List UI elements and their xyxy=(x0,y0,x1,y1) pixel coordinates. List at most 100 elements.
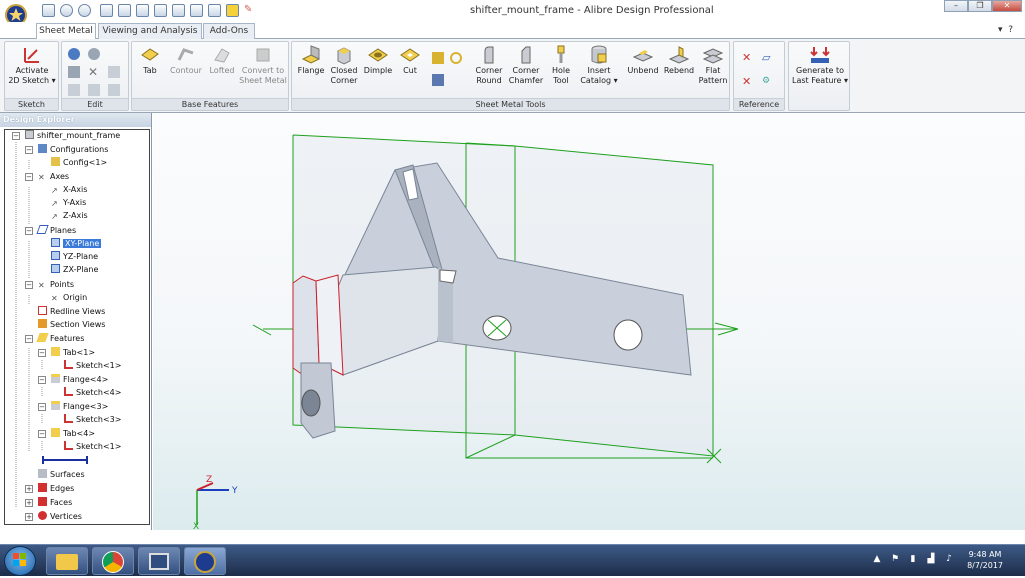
box-select-icon[interactable] xyxy=(100,4,113,17)
restore-button[interactable]: ❐ xyxy=(968,0,992,12)
undo-icon[interactable] xyxy=(60,4,73,17)
tree-node-zx-plane[interactable]: ZX-Plane xyxy=(51,264,98,276)
print-icon[interactable] xyxy=(208,4,221,17)
collapse-toggle[interactable]: − xyxy=(25,146,33,154)
edit-icon-4[interactable] xyxy=(108,66,120,78)
tree-node-redline-views[interactable]: Redline Views xyxy=(38,306,105,318)
tray-battery-icon[interactable]: ▮ xyxy=(908,554,918,564)
tab-button[interactable]: Tab xyxy=(136,44,164,76)
edit-icon-3[interactable] xyxy=(68,66,80,78)
convert-to-sheet-metal-button[interactable]: Convert to Sheet Metal xyxy=(238,44,288,86)
tab-sheet-metal[interactable]: Sheet Metal xyxy=(36,23,96,40)
collapse-toggle[interactable]: − xyxy=(25,227,33,235)
reference-csys-icon[interactable]: ⚙ xyxy=(762,76,774,88)
edit-icon-2[interactable] xyxy=(88,48,100,60)
save-icon[interactable] xyxy=(42,4,55,17)
tab-viewing-analysis[interactable]: Viewing and Analysis xyxy=(98,23,202,39)
reference-axis-icon[interactable]: ✕ xyxy=(742,52,754,64)
mirror-icon[interactable] xyxy=(432,74,444,86)
tree-node-yz-plane[interactable]: YZ-Plane xyxy=(51,251,98,263)
edit-icon-7[interactable] xyxy=(108,84,120,96)
edit-icon-6[interactable] xyxy=(88,84,100,96)
dimple-button[interactable]: Dimple xyxy=(362,44,394,76)
minimize-button[interactable]: – xyxy=(944,0,968,12)
rollback-marker-icon[interactable] xyxy=(41,455,89,465)
tree-node-sketch-3[interactable]: Sketch<3> xyxy=(64,414,121,426)
edit-icon-5[interactable] xyxy=(68,84,80,96)
tree-node-root[interactable]: shifter_mount_frame xyxy=(25,130,120,142)
generate-to-last-feature-button[interactable]: Generate to Last Feature ▾ xyxy=(791,44,849,86)
corner-round-button[interactable]: Corner Round xyxy=(472,44,506,86)
new-icon[interactable] xyxy=(118,4,131,17)
open-icon[interactable] xyxy=(136,4,149,17)
tray-arrow-icon[interactable]: ▲ xyxy=(872,554,882,564)
rebend-button[interactable]: Rebend xyxy=(662,44,696,76)
taskbar-chrome-button[interactable] xyxy=(92,547,134,575)
copy-icon[interactable] xyxy=(154,4,167,17)
tree-node-section-views[interactable]: Section Views xyxy=(38,319,105,331)
folder-icon[interactable] xyxy=(226,4,239,17)
tree-node-flange-3[interactable]: Flange<3> xyxy=(51,401,108,413)
closed-corner-button[interactable]: Closed Corner xyxy=(328,44,360,86)
tree-node-config-1[interactable]: Config<1> xyxy=(51,157,107,169)
circular-pattern-icon[interactable] xyxy=(450,52,462,64)
tree-node-sketch-1[interactable]: Sketch<1> xyxy=(64,360,121,372)
taskbar-app-button[interactable] xyxy=(138,547,180,575)
pattern-icon[interactable] xyxy=(432,52,444,64)
design-tree[interactable]: − shifter_mount_frame − Configurations C… xyxy=(4,129,150,525)
reference-point-icon[interactable]: ✕ xyxy=(742,76,754,88)
flange-button[interactable]: Flange xyxy=(296,44,326,76)
paste-icon[interactable] xyxy=(172,4,185,17)
tree-node-tab-4[interactable]: Tab<4> xyxy=(51,428,95,440)
expand-toggle[interactable]: + xyxy=(25,485,33,493)
expand-toggle[interactable]: + xyxy=(25,513,33,521)
collapse-toggle[interactable]: − xyxy=(25,173,33,181)
tree-node-tab-1[interactable]: Tab<1> xyxy=(51,347,95,359)
tree-node-y-axis[interactable]: ↗ Y-Axis xyxy=(51,197,86,209)
tray-flag-icon[interactable]: ⚑ xyxy=(890,554,900,564)
close-button[interactable]: ✕ xyxy=(992,0,1022,12)
expand-toggle[interactable]: + xyxy=(25,499,33,507)
taskbar-alibre-button[interactable] xyxy=(184,547,226,575)
tree-node-axes[interactable]: ✕ Axes xyxy=(38,171,69,183)
tray-volume-icon[interactable]: ♪ xyxy=(944,554,954,564)
collapse-toggle[interactable]: − xyxy=(38,349,46,357)
3d-viewport[interactable]: Z Y X xyxy=(153,113,1025,530)
collapse-toggle[interactable]: − xyxy=(38,376,46,384)
tree-node-sketch-4[interactable]: Sketch<4> xyxy=(64,387,121,399)
system-clock[interactable]: 9:48 AM 8/7/2017 xyxy=(967,549,1003,571)
collapse-toggle[interactable]: − xyxy=(25,335,33,343)
tree-node-planes[interactable]: Planes xyxy=(36,225,76,237)
collapse-toggle[interactable]: − xyxy=(38,430,46,438)
tree-node-points[interactable]: ✕ Points xyxy=(38,279,74,291)
tree-node-z-axis[interactable]: ↗ Z-Axis xyxy=(51,210,88,222)
tree-node-edges[interactable]: Edges xyxy=(38,483,74,495)
hole-tool-button[interactable]: Hole Tool xyxy=(546,44,576,86)
tree-node-vertices[interactable]: Vertices xyxy=(38,511,82,523)
help-arrow-icon[interactable]: ▾ ? xyxy=(998,25,1013,35)
tree-node-xy-plane[interactable]: XY-Plane xyxy=(51,238,102,250)
cut-button[interactable]: Cut xyxy=(396,44,424,76)
tab-add-ons[interactable]: Add-Ons xyxy=(203,23,255,39)
tray-network-icon[interactable]: ▟ xyxy=(926,554,936,564)
contour-button[interactable]: Contour xyxy=(168,44,204,76)
tree-node-origin[interactable]: ✕ Origin xyxy=(51,292,87,304)
tree-node-sketch-1b[interactable]: Sketch<1> xyxy=(64,441,121,453)
tree-node-surfaces[interactable]: Surfaces xyxy=(38,469,85,481)
unbend-button[interactable]: Unbend xyxy=(626,44,660,76)
delete-icon[interactable]: ✕ xyxy=(88,66,100,78)
lofted-button[interactable]: Lofted xyxy=(206,44,238,76)
edit-icon-1[interactable] xyxy=(68,48,80,60)
activate-2d-sketch-button[interactable]: Activate 2D Sketch ▾ xyxy=(7,44,57,86)
corner-chamfer-button[interactable]: Corner Chamfer xyxy=(508,44,544,86)
reference-plane-icon[interactable]: ▱ xyxy=(762,52,774,64)
collapse-toggle[interactable]: − xyxy=(25,281,33,289)
collapse-toggle[interactable]: − xyxy=(38,403,46,411)
customize-icon[interactable]: ✎ xyxy=(244,4,257,17)
tree-node-faces[interactable]: Faces xyxy=(38,497,72,509)
taskbar-explorer-button[interactable] xyxy=(46,547,88,575)
tree-node-x-axis[interactable]: ↗ X-Axis xyxy=(51,184,87,196)
flat-pattern-button[interactable]: Flat Pattern xyxy=(696,44,730,86)
tree-node-features[interactable]: Features xyxy=(36,333,84,345)
redo-icon[interactable] xyxy=(78,4,91,17)
